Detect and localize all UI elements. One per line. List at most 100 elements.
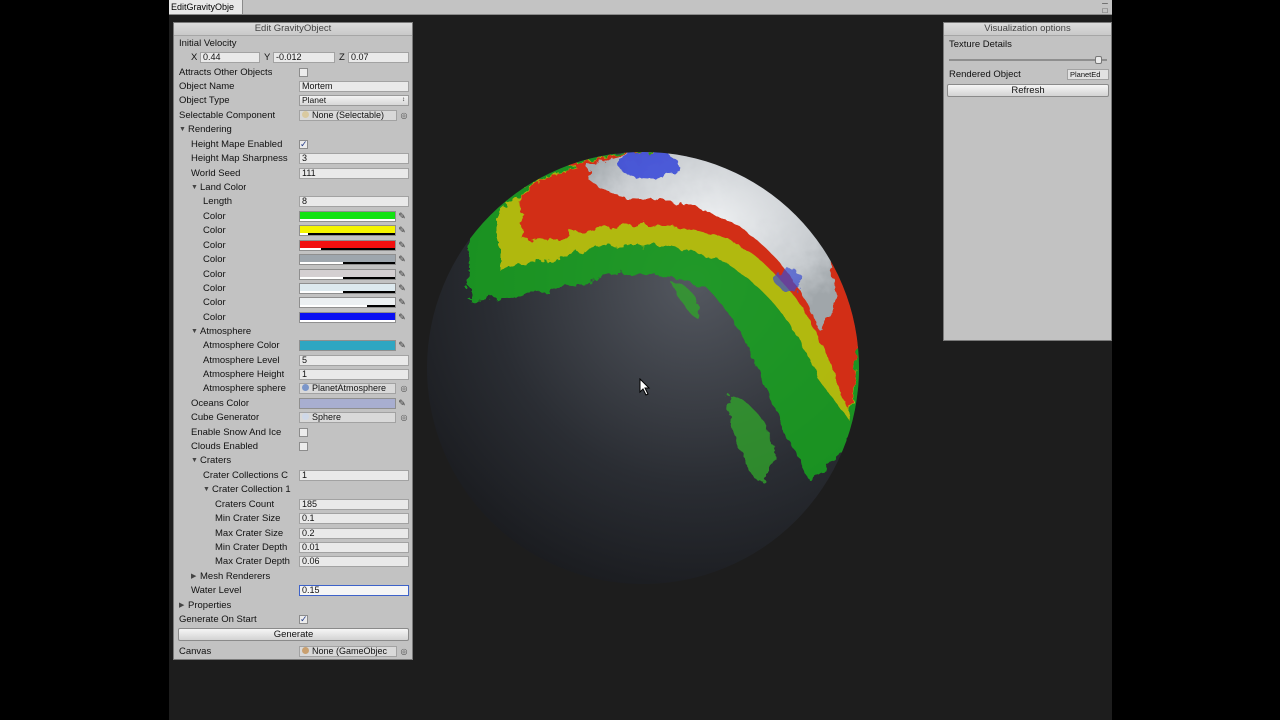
snow-ice-row: Enable Snow And Ice [191,427,409,439]
visualization-options-panel: Visualization options Texture Details Re… [943,22,1112,341]
refresh-button[interactable]: Refresh [947,84,1109,97]
max-crater-size-field[interactable]: 0.2 [299,528,409,539]
world-seed-row: World Seed 111 [191,168,409,180]
max-crater-depth-row: Max Crater Depth 0.06 [215,556,409,568]
expanded-arrow-icon: ▼ [191,328,198,335]
land-color-label: Land Color [200,182,247,193]
crater-collection-1-foldout[interactable]: ▼ Crater Collection 1 [203,484,409,496]
craters-foldout[interactable]: ▼ Craters [191,455,409,467]
rendering-label: Rendering [188,124,232,135]
eyedropper-icon[interactable]: ✎ [397,312,407,323]
snow-ice-checkbox[interactable] [299,428,308,437]
atmosphere-height-field[interactable]: 1 [299,369,409,380]
eyedropper-icon[interactable]: ✎ [397,211,407,222]
object-icon [302,111,309,118]
eyedropper-icon[interactable]: ✎ [397,240,407,251]
height-map-enabled-checkbox[interactable]: ✓ [299,140,308,149]
cube-generator-value: Sphere [312,412,342,422]
eyedropper-icon[interactable]: ✎ [397,225,407,236]
alpha-bar-remainder [342,291,395,293]
expanded-arrow-icon: ▼ [191,457,198,464]
color-label: Color [203,211,226,222]
max-crater-depth-field[interactable]: 0.06 [299,556,409,567]
canvas-value: None (GameObjec [312,646,388,656]
crater-collections-field[interactable]: 1 [299,470,409,481]
generate-button[interactable]: Generate [178,628,409,641]
dropdown-arrow-icon: ↕ [402,97,405,103]
height-map-sharpness-field[interactable]: 3 [299,153,409,164]
z-label: Z [339,52,345,63]
land-color-swatch[interactable] [299,311,396,323]
atmosphere-sphere-field[interactable]: PlanetAtmosphere [299,383,396,394]
rendering-foldout[interactable]: ▼ Rendering [179,124,409,136]
atmosphere-level-field[interactable]: 5 [299,355,409,366]
craters-count-field[interactable]: 185 [299,499,409,510]
rendered-object-field[interactable]: PlanetEd [1067,69,1109,80]
eyedropper-icon[interactable]: ✎ [397,269,407,280]
velocity-y-field[interactable]: -0.012 [273,52,335,63]
max-crater-size-row: Max Crater Size 0.2 [215,528,409,540]
land-color-length-row: Length 8 [203,196,409,208]
oceans-color-swatch[interactable] [299,398,396,409]
cube-generator-field[interactable]: Sphere [299,412,396,423]
alpha-bar [300,247,321,250]
water-level-field[interactable]: 0.15 [299,585,409,596]
velocity-x-field[interactable]: 0.44 [200,52,260,63]
object-type-dropdown[interactable]: Planet ↕ [299,95,409,106]
eyedropper-icon[interactable]: ✎ [397,398,407,409]
alpha-bar [300,219,395,221]
y-label: Y [264,52,271,63]
texture-details-slider-thumb[interactable] [1095,56,1103,64]
atmosphere-height-label: Atmosphere Height [203,369,285,380]
properties-foldout[interactable]: ▶ Properties [179,600,409,612]
crater-collections-label: Crater Collections C [203,470,288,481]
land-color-row: Color ✎ [203,239,409,252]
atmosphere-sphere-value: PlanetAtmosphere [312,383,387,393]
height-map-sharpness-row: Height Map Sharpness 3 [191,153,409,165]
expanded-arrow-icon: ▼ [191,184,198,191]
atmosphere-color-swatch[interactable] [299,340,396,351]
eyedropper-icon[interactable]: ✎ [397,340,407,351]
object-picker-icon[interactable]: ◎ [399,383,409,394]
land-color-row: Color ✎ [203,311,409,324]
land-color-swatch[interactable] [299,268,396,280]
attracts-checkbox[interactable] [299,68,308,77]
rendered-object-row: Rendered Object PlanetEd [949,69,1109,81]
object-name-field[interactable]: Mortem [299,81,409,92]
land-color-row: Color ✎ [203,225,409,237]
generate-on-start-row: Generate On Start ✓ [179,614,409,626]
land-color-swatch[interactable] [299,211,396,222]
world-seed-field[interactable]: 111 [299,168,409,179]
mesh-renderers-foldout[interactable]: ▶ Mesh Renderers [191,571,409,583]
land-color-swatch[interactable] [299,225,396,237]
texture-details-row: Texture Details [949,39,1109,51]
generate-on-start-checkbox[interactable]: ✓ [299,615,308,624]
land-color-swatch[interactable] [299,254,396,266]
object-name-row: Object Name Mortem [179,81,409,93]
canvas-object-field[interactable]: None (GameObjec [299,646,397,657]
selectable-object-field[interactable]: None (Selectable) [299,110,397,121]
min-crater-depth-field[interactable]: 0.01 [299,542,409,553]
eyedropper-icon[interactable]: ✎ [397,254,407,265]
texture-details-slider-track[interactable] [949,56,1107,64]
object-icon [302,413,309,420]
land-color-length-field[interactable]: 8 [299,196,409,207]
alpha-bar-remainder [307,233,395,236]
clouds-checkbox[interactable] [299,442,308,451]
land-color-swatch[interactable] [299,297,396,309]
object-picker-icon[interactable]: ◎ [399,110,409,121]
expanded-arrow-icon: ▼ [179,126,186,133]
atmosphere-foldout[interactable]: ▼ Atmosphere [191,326,409,338]
land-color-swatch[interactable] [299,283,396,294]
planet-sphere[interactable] [427,149,869,584]
selectable-label: Selectable Component [179,110,276,121]
land-color-swatch[interactable] [299,239,396,251]
eyedropper-icon[interactable]: ✎ [397,297,407,308]
object-picker-icon[interactable]: ◎ [399,412,409,423]
world-seed-label: World Seed [191,168,241,179]
velocity-z-field[interactable]: 0.07 [348,52,409,63]
object-picker-icon[interactable]: ◎ [399,646,409,657]
eyedropper-icon[interactable]: ✎ [397,283,407,294]
land-color-foldout[interactable]: ▼ Land Color [191,182,409,194]
min-crater-size-field[interactable]: 0.1 [299,513,409,524]
